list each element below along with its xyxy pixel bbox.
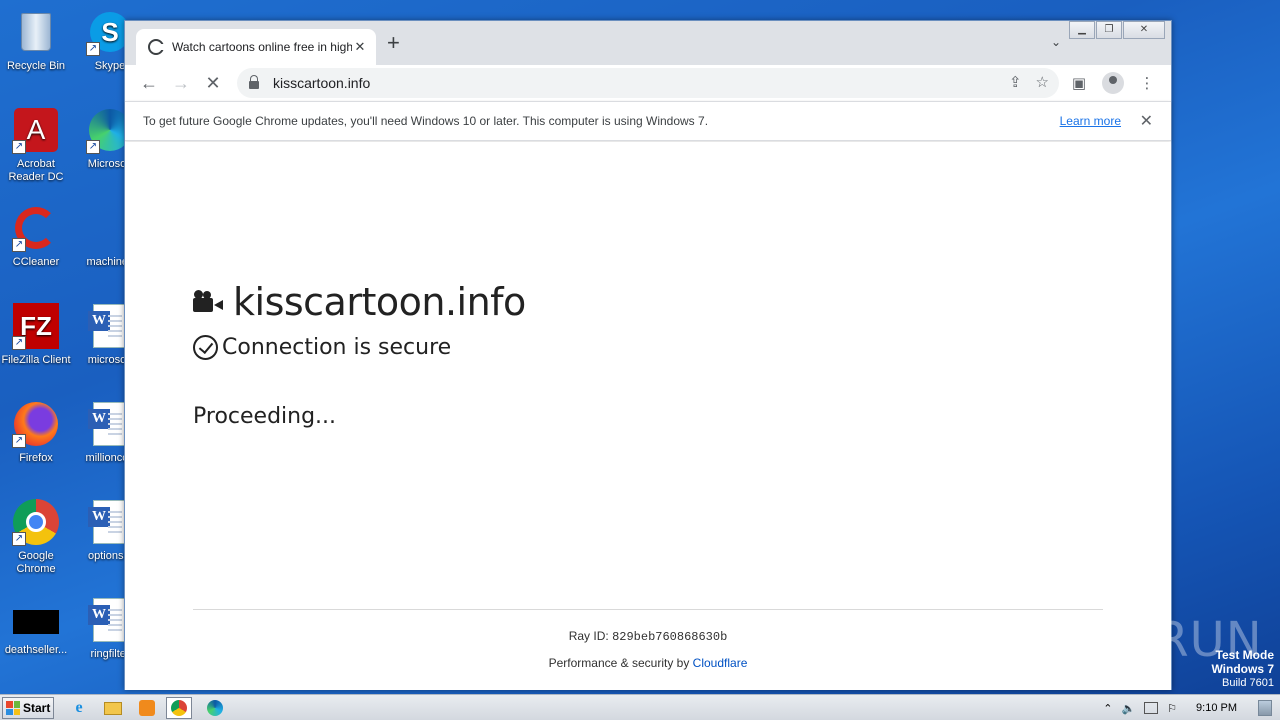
menu-kebab-icon[interactable]: ⋮ <box>1131 67 1163 99</box>
forward-button[interactable]: → <box>165 67 197 99</box>
tab-search-chevron-icon[interactable]: ⌄ <box>1051 35 1061 49</box>
ray-code: 829beb760868630b <box>612 630 728 644</box>
taskbar: Start e ⌃ 🔈 ⚐ 9:10 PM <box>0 694 1280 720</box>
show-desktop-button[interactable] <box>1258 700 1272 716</box>
chrome-window: Watch cartoons online free in high q ✕ +… <box>124 20 1172 690</box>
taskbar-chrome-icon[interactable] <box>166 697 192 719</box>
side-panel-icon[interactable]: ▣ <box>1063 67 1095 99</box>
desktop-icon-acrobat[interactable]: A ↗ Acrobat Reader DC <box>0 106 74 184</box>
learn-more-link[interactable]: Learn more <box>1060 114 1121 128</box>
restore-button[interactable]: ❐ <box>1096 21 1122 39</box>
footer-divider <box>193 609 1103 610</box>
proceeding-status: Proceeding... <box>193 404 337 429</box>
close-window-button[interactable]: ✕ <box>1123 21 1165 39</box>
secure-text: Connection is secure <box>222 335 452 360</box>
recycle-bin-icon <box>12 8 60 56</box>
desktop-icon-ccleaner[interactable]: ↗ CCleaner <box>0 204 74 269</box>
volume-icon[interactable]: 🔈 <box>1121 702 1135 715</box>
desktop-icon-deathseller[interactable]: deathseller... <box>0 604 74 657</box>
performance-footer: Performance & security by Cloudflare <box>125 656 1171 670</box>
taskbar-explorer-icon[interactable] <box>100 697 126 719</box>
desktop-icon-filezilla[interactable]: FZ ↗ FileZilla Client <box>0 302 74 367</box>
system-tray: ⌃ 🔈 ⚐ 9:10 PM <box>1103 695 1280 720</box>
loading-favicon-icon <box>148 39 165 55</box>
tray-expand-icon[interactable]: ⌃ <box>1103 702 1112 715</box>
filezilla-icon: FZ ↗ <box>12 302 60 350</box>
acrobat-icon: A ↗ <box>12 106 60 154</box>
page-content: kisscartoon.info Connection is secure Pr… <box>125 142 1171 690</box>
window-controls: ▁ ❐ ✕ <box>1068 21 1165 39</box>
chrome-icon: ↗ <box>12 498 60 546</box>
action-center-flag-icon[interactable]: ⚐ <box>1167 702 1177 715</box>
clock[interactable]: 9:10 PM <box>1196 702 1237 714</box>
update-infobar: To get future Google Chrome updates, you… <box>125 101 1171 141</box>
avatar <box>1102 72 1124 94</box>
site-name: kisscartoon.info <box>233 280 526 324</box>
firefox-icon: ↗ <box>12 400 60 448</box>
tab-close-icon[interactable]: ✕ <box>352 39 368 55</box>
share-icon[interactable]: ⇪ <box>1009 73 1022 91</box>
bookmark-star-icon[interactable]: ☆ <box>1036 73 1049 91</box>
site-heading: kisscartoon.info <box>193 280 526 324</box>
video-camera-icon <box>193 290 223 314</box>
test-mode-label: Test Mode Windows 7 Build 7601 <box>1211 648 1274 689</box>
profile-button[interactable] <box>1097 67 1129 99</box>
lock-icon[interactable] <box>249 75 259 89</box>
desktop-icon-recycle-bin[interactable]: Recycle Bin <box>0 8 74 73</box>
tab-active[interactable]: Watch cartoons online free in high q ✕ <box>136 29 376 65</box>
infobar-message: To get future Google Chrome updates, you… <box>143 114 709 128</box>
ccleaner-icon: ↗ <box>12 204 60 252</box>
start-button[interactable]: Start <box>2 697 54 719</box>
check-circle-icon <box>193 335 218 360</box>
address-bar[interactable]: kisscartoon.info ⇪ ☆ <box>237 68 1059 98</box>
taskbar-media-player-icon[interactable] <box>134 697 160 719</box>
black-file-icon <box>12 604 60 640</box>
taskbar-edge-icon[interactable] <box>202 697 228 719</box>
taskbar-ie-icon[interactable]: e <box>66 697 92 719</box>
stop-loading-button[interactable]: ✕ <box>197 67 229 99</box>
ray-label: Ray ID: <box>568 629 609 643</box>
cloudflare-link[interactable]: Cloudflare <box>693 656 748 670</box>
perf-label: Performance & security by <box>548 656 690 670</box>
network-icon[interactable] <box>1144 702 1159 714</box>
infobar-close-icon[interactable]: ✕ <box>1140 111 1153 131</box>
ray-id: Ray ID: 829beb760868630b <box>125 629 1171 644</box>
url-text[interactable]: kisscartoon.info <box>273 75 370 91</box>
windows-logo-icon <box>6 701 20 715</box>
desktop-icon-chrome[interactable]: ↗ Google Chrome <box>0 498 74 576</box>
tab-title: Watch cartoons online free in high q <box>172 40 352 54</box>
new-tab-button[interactable]: + <box>387 32 400 54</box>
minimize-button[interactable]: ▁ <box>1069 21 1095 39</box>
secure-status: Connection is secure <box>193 335 451 360</box>
toolbar: ← → ✕ kisscartoon.info ⇪ ☆ ▣ ⋮ <box>125 65 1171 101</box>
desktop-icon-firefox[interactable]: ↗ Firefox <box>0 400 74 465</box>
back-button[interactable]: ← <box>133 67 165 99</box>
tab-strip: Watch cartoons online free in high q ✕ +… <box>125 21 1171 65</box>
